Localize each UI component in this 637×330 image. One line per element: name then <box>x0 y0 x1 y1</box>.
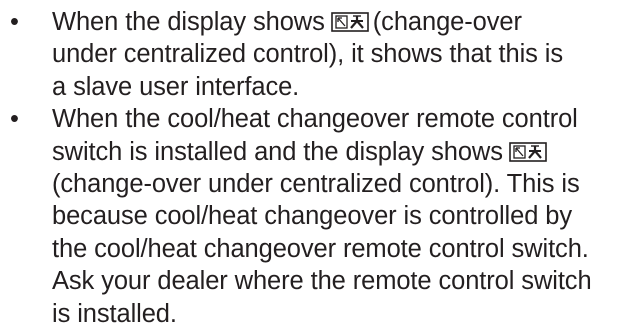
bullet-list: • When the display shows (change-over und… <box>0 0 637 328</box>
text-line: switch is installed and the display show… <box>52 136 637 168</box>
text-line: (change-over under centralized control).… <box>52 170 580 199</box>
text-line: When the cool/heat changeover remote con… <box>52 105 578 134</box>
bullet-item-slave-interface: • When the display shows (change-over und… <box>0 6 637 103</box>
text-line: the cool/heat changeover remote control … <box>52 234 589 263</box>
text-line: When the display shows (change-over <box>52 6 637 38</box>
centralized-control-changeover-icon <box>509 141 547 162</box>
text-line: because cool/heat changeover is controll… <box>52 202 573 231</box>
text-segment: When the display shows <box>52 8 325 36</box>
centralized-control-changeover-icon <box>330 12 369 32</box>
bullet-point: • <box>10 8 19 36</box>
text-line: Ask your dealer where the remote control… <box>52 267 592 296</box>
bullet-point: • <box>10 105 19 134</box>
text-segment: switch is installed and the display show… <box>52 137 503 166</box>
text-segment: (change-over <box>372 8 522 36</box>
text-line: a slave user interface. <box>52 72 300 101</box>
bullet-item-changeover-switch: • When the cool/heat changeover remote c… <box>0 103 637 330</box>
text-line: under centralized control), it shows tha… <box>52 40 564 69</box>
text-line: is installed. <box>52 299 177 328</box>
document-body: • When the display shows (change-over und… <box>0 0 637 328</box>
